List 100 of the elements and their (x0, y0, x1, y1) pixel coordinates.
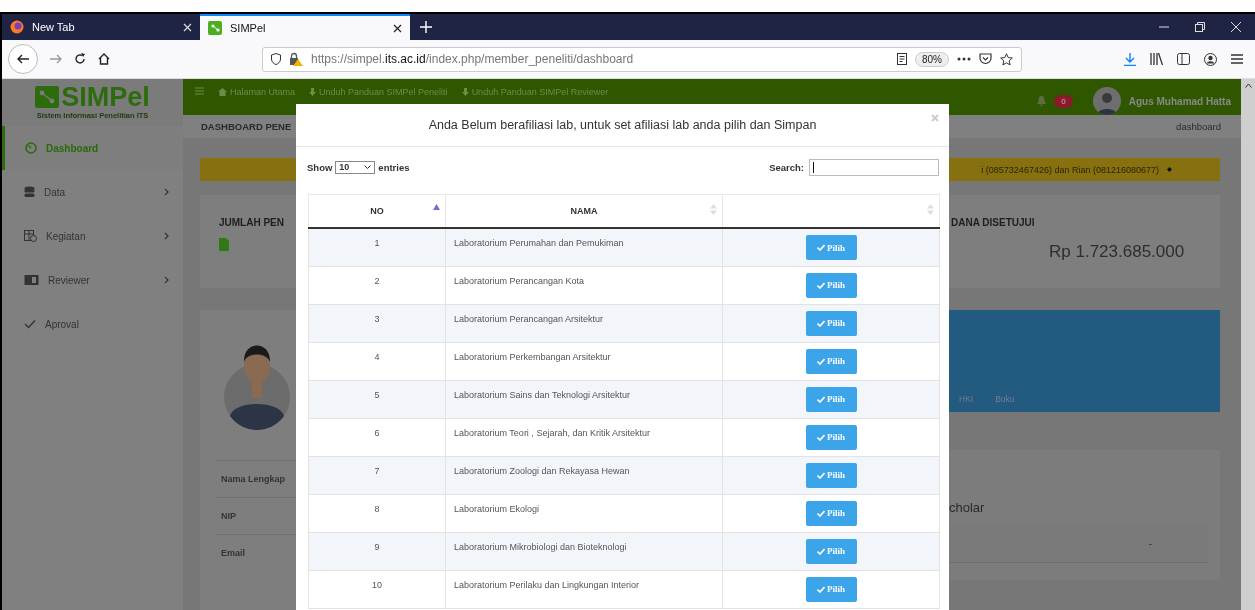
table-cell: Laboratorium Perkembangan Arsitektur (445, 342, 723, 380)
table-cell: 10 (308, 570, 446, 608)
table-cell: 7 (308, 456, 446, 494)
select-button[interactable]: Pilih (805, 235, 857, 260)
diamond-icon (1167, 167, 1172, 172)
new-tab-icon (420, 21, 432, 33)
check-icon (817, 433, 825, 441)
check-icon (817, 585, 825, 593)
download-icon (461, 88, 469, 96)
check-icon (817, 509, 825, 517)
table-cell: Laboratorium Perilaku dan Lingkungan Interior (445, 570, 723, 608)
pocket-icon (979, 53, 992, 65)
back-button[interactable] (8, 44, 38, 74)
browser-logo-icon (10, 20, 24, 34)
calendar-clock-icon (24, 230, 37, 242)
check-icon (817, 281, 825, 289)
dialog-title: Anda Belum berafiliasi lab, untuk set afiliasi lab anda pilih dan Simpan (428, 118, 817, 132)
logo-icon (35, 86, 60, 108)
sort-icon (710, 204, 717, 215)
check-icon (817, 244, 825, 251)
scrollbar[interactable] (1241, 79, 1255, 610)
avatar[interactable] (1092, 87, 1121, 115)
nav-link[interactable]: Halaman Utama (218, 87, 296, 97)
select-button[interactable]: Pilih (805, 538, 857, 564)
table-cell: 4 (308, 342, 446, 380)
book-icon (24, 274, 39, 286)
check-icon (817, 395, 825, 403)
database-icon (24, 186, 35, 198)
gauge-icon (25, 142, 37, 154)
scroll-up-icon (1244, 83, 1252, 88)
profile-tab[interactable]: Buku (995, 394, 1015, 404)
sidebar-item[interactable]: Data (2, 170, 183, 214)
search-label: Search: (769, 161, 804, 173)
bell-icon (1037, 96, 1047, 106)
logo-title: SIMPel (61, 85, 150, 109)
show-label: Show (307, 161, 333, 173)
page-heading: DASHBOARD PENE (201, 121, 292, 132)
check-icon (817, 319, 825, 327)
profile-tab[interactable]: HKI (959, 394, 974, 404)
check-icon (817, 471, 825, 479)
account-icon (1204, 52, 1217, 66)
nav-link[interactable]: Unduh Panduan SIMPel Reviewer (461, 87, 609, 97)
nav-link[interactable]: Unduh Panduan SIMPel Peneliti (309, 87, 448, 97)
sort-asc-icon (433, 204, 440, 210)
user-name[interactable]: Agus Muhamad Hatta (1128, 95, 1231, 107)
table-cell: Laboratorium Perancangan Arsitektur (445, 304, 723, 342)
reader-view-icon (897, 53, 907, 65)
close-icon (183, 22, 192, 32)
file-icon (219, 238, 229, 251)
select-button[interactable]: Pilih (805, 348, 857, 374)
notification-badge: 0 (1054, 94, 1073, 108)
select-button[interactable]: Pilih (805, 386, 857, 412)
select-button[interactable]: Pilih (805, 272, 857, 298)
select-button[interactable]: Pilih (805, 424, 857, 450)
table-cell: Laboratorium Perancangan Kota (445, 266, 723, 304)
site-logo-icon (208, 21, 222, 35)
restore-icon (1195, 22, 1205, 32)
table-cell: 1 (308, 228, 446, 266)
notice-text: i (085732467426) dan Rian (081216080677) (981, 164, 1159, 175)
sidebar-item[interactable]: Aproval (2, 302, 183, 346)
select-button[interactable]: Pilih (805, 576, 857, 602)
shield-icon (271, 53, 281, 65)
sort-icon (927, 204, 934, 215)
table-cell: Laboratorium Perumahan dan Pemukiman (445, 228, 723, 266)
stat-title: JUMLAH PEN (219, 217, 285, 228)
search-field[interactable] (809, 158, 939, 176)
close-icon (931, 114, 939, 122)
forward-arrow-icon (50, 54, 62, 64)
table-cell: 5 (308, 380, 446, 418)
close-icon (393, 23, 402, 33)
zoom-level[interactable]: 80% (915, 51, 949, 67)
url-text: https://simpel.its.ac.id/index.php/member_peneliti/dashboard (311, 52, 635, 66)
home-icon (218, 88, 227, 96)
home-icon (98, 53, 110, 65)
browser-tab[interactable]: New Tab (2, 14, 200, 40)
table-cell: 9 (308, 532, 446, 570)
table-cell: 6 (308, 418, 446, 456)
table-cell: Laboratorium Teori , Sejarah, dan Kritik Arsitektur (445, 418, 723, 456)
download-icon (1124, 52, 1136, 66)
more-icon (957, 57, 971, 61)
address-bar[interactable]: https://simpel.its.ac.id/index.php/member_peneliti/dashboard 80% (262, 46, 1022, 72)
star-icon (1000, 52, 1013, 66)
select-button[interactable]: Pilih (805, 310, 857, 336)
select-button[interactable]: Pilih (805, 462, 857, 488)
breadcrumb[interactable]: dashboard (1176, 121, 1221, 132)
stat-value: Rp 1.723.685.000 (1048, 242, 1186, 262)
table-cell: Laboratorium Mikrobiologi dan Bioteknologi (445, 532, 723, 570)
check-icon (817, 357, 825, 365)
lock-warning-icon (289, 52, 303, 66)
check-icon (24, 319, 36, 329)
browser-tab[interactable]: SIMPel (200, 14, 410, 40)
entries-label: entries (378, 161, 410, 173)
library-icon (1150, 53, 1163, 65)
sidebar-item[interactable]: Kegiatan (2, 214, 183, 258)
sidebar-item[interactable]: Reviewer (2, 258, 183, 302)
page-size-select[interactable]: 10 (335, 160, 376, 174)
select-button[interactable]: Pilih (805, 500, 857, 526)
download-icon (309, 88, 317, 96)
table-cell: Laboratorium Ekologi (445, 494, 723, 532)
stat-title: DANA DISETUJUI (951, 217, 1036, 228)
